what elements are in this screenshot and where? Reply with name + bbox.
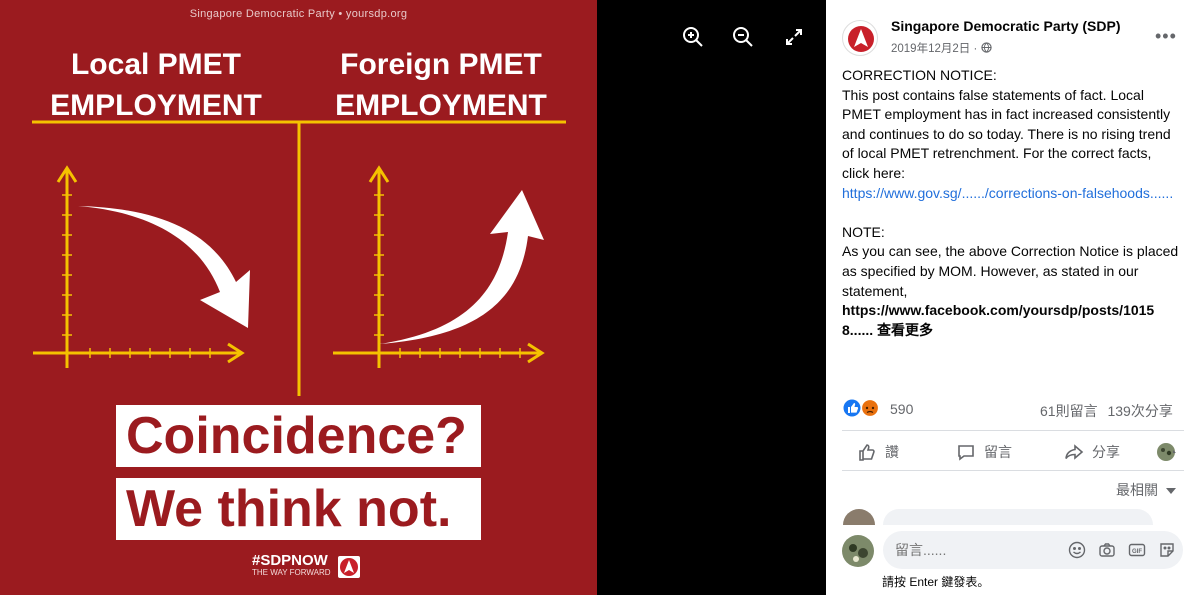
divider — [842, 470, 1184, 471]
hashtag: #SDPNOW — [252, 552, 328, 569]
fullscreen-icon[interactable] — [781, 24, 807, 50]
correction-link[interactable]: https://www.gov.sg/....../corrections-on… — [842, 184, 1182, 204]
comment-preview — [883, 509, 1153, 525]
post-stats: 61則留言 139次分享 — [1040, 401, 1173, 421]
share-icon — [1065, 444, 1084, 460]
comment-label: 留言 — [984, 444, 1012, 460]
reaction-icons[interactable] — [843, 398, 883, 418]
correction-heading: CORRECTION NOTICE: — [842, 67, 997, 83]
poster-footer: #SDPNOW THE WAY FORWARD — [252, 553, 331, 578]
note-text: As you can see, the above Correction Not… — [842, 243, 1179, 299]
gif-icon[interactable]: GIF — [1128, 541, 1146, 559]
up-arrow — [380, 190, 544, 344]
comment-button[interactable]: 留言 — [956, 441, 1012, 463]
comment-sort-dropdown[interactable]: 最相關 — [1116, 480, 1176, 500]
svg-text:GIF: GIF — [1132, 549, 1142, 555]
my-avatar[interactable] — [842, 535, 874, 567]
sticker-icon[interactable] — [1158, 541, 1176, 559]
comment-icon — [958, 445, 974, 461]
comments-count[interactable]: 61則留言 — [1040, 403, 1098, 419]
see-more-link[interactable]: 查看更多 — [877, 322, 933, 338]
page-avatar[interactable] — [842, 20, 878, 56]
share-label: 分享 — [1092, 444, 1120, 460]
zoom-out-icon[interactable] — [730, 24, 756, 50]
share-as-button[interactable] — [1156, 441, 1178, 463]
enter-hint: 請按 Enter 鍵發表。 — [882, 575, 990, 589]
sdp-logo-icon — [338, 556, 360, 578]
caret-down-icon — [1165, 488, 1176, 494]
profile-thumbnail-icon — [1157, 443, 1176, 461]
tagline: THE WAY FORWARD — [252, 568, 331, 577]
post-date[interactable]: 2019年12月2日 · — [891, 40, 992, 56]
divider — [842, 430, 1184, 431]
down-arrow — [78, 206, 250, 328]
thumbs-up-icon — [859, 444, 875, 461]
post-body: CORRECTION NOTICE: This post contains fa… — [842, 66, 1182, 340]
camera-icon[interactable] — [1098, 541, 1116, 559]
we-think-not-text: We think not. — [116, 478, 481, 540]
coincidence-text: Coincidence? — [116, 405, 481, 467]
zoom-in-icon[interactable] — [680, 24, 706, 50]
angry-reaction-icon — [860, 398, 880, 418]
sort-label: 最相關 — [1116, 482, 1158, 498]
correction-text: This post contains false statements of f… — [842, 86, 1171, 181]
more-options-icon[interactable]: ••• — [1155, 26, 1177, 47]
share-button[interactable]: 分享 — [1064, 441, 1120, 463]
shares-count[interactable]: 139次分享 — [1107, 403, 1172, 419]
like-label: 讚 — [885, 444, 899, 460]
like-button[interactable]: 讚 — [857, 441, 899, 463]
left-ticks — [62, 194, 211, 358]
comment-input[interactable] — [895, 531, 1055, 569]
reaction-count[interactable]: 590 — [890, 401, 913, 417]
like-reaction-icon — [843, 399, 861, 417]
post-date-text[interactable]: 2019年12月2日 · — [891, 43, 977, 55]
page-name[interactable]: Singapore Democratic Party (SDP) — [891, 18, 1121, 34]
emoji-icon[interactable] — [1068, 541, 1086, 559]
globe-icon — [980, 42, 992, 53]
note-heading: NOTE: — [842, 223, 885, 240]
photo-viewer: Singapore Democratic Party • yoursdp.org… — [0, 0, 826, 595]
poster-image: Singapore Democratic Party • yoursdp.org… — [0, 0, 597, 595]
